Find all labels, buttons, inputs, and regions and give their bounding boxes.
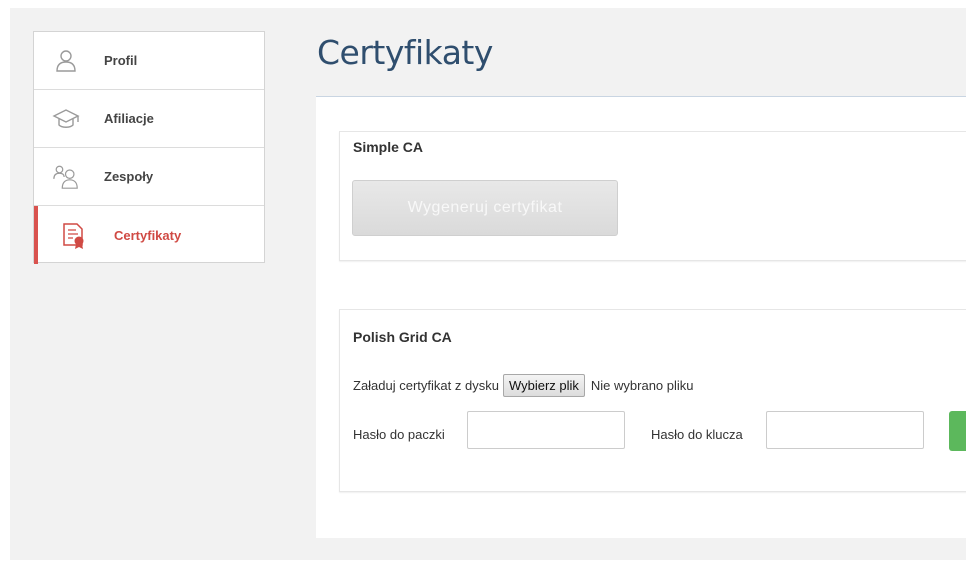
choose-file-button[interactable]: Wybierz plik <box>502 373 585 397</box>
team-icon <box>52 163 80 191</box>
sidebar-item-profil[interactable]: Profil <box>34 32 264 90</box>
key-password-label: Hasło do klucza <box>651 427 743 442</box>
generate-certificate-button[interactable]: Wygeneruj certyfikat <box>352 180 618 236</box>
sidebar-item-zespoly[interactable]: Zespoły <box>34 148 264 206</box>
package-password-input[interactable] <box>467 411 625 449</box>
sidebar-item-label: Certyfikaty <box>114 227 182 243</box>
upload-label: Załaduj certyfikat z dysku <box>353 377 499 393</box>
key-password-input[interactable] <box>766 411 924 449</box>
section-heading: Simple CA <box>353 139 424 155</box>
main-content: Simple CA Wygeneruj certyfikat Polish Gr… <box>316 96 966 538</box>
sidebar-item-label: Afiliacje <box>104 111 154 126</box>
submit-button[interactable] <box>949 411 966 451</box>
section-heading: Polish Grid CA <box>353 329 452 345</box>
file-status: Nie wybrano pliku <box>590 377 694 393</box>
sidebar-item-label: Zespoły <box>104 169 154 184</box>
sidebar-item-afiliacje[interactable]: Afiliacje <box>34 90 264 148</box>
certificate-upload-row: Załaduj certyfikat z dysku Wybierz plik … <box>353 373 694 397</box>
polish-grid-ca-panel: Polish Grid CA Załaduj certyfikat z dysk… <box>339 309 966 492</box>
certificate-icon <box>60 221 88 249</box>
simple-ca-panel: Simple CA Wygeneruj certyfikat <box>339 131 966 261</box>
package-password-label: Hasło do paczki <box>353 427 445 442</box>
sidebar-item-certyfikaty[interactable]: Certyfikaty <box>34 206 264 264</box>
user-icon <box>52 47 80 75</box>
graduation-cap-icon <box>52 105 80 133</box>
sidebar-nav: Profil Afiliacje Zespoły Certyfikaty <box>33 31 265 264</box>
page-title: Certyfikaty <box>317 33 493 72</box>
sidebar-item-label: Profil <box>104 53 138 68</box>
